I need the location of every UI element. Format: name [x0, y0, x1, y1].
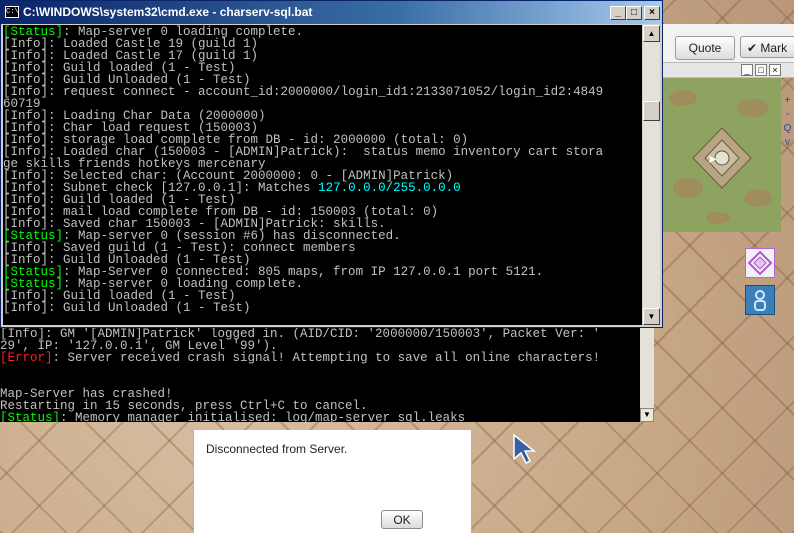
person-icon: [754, 290, 766, 311]
character-window-icon[interactable]: [745, 285, 775, 315]
quote-button[interactable]: Quote: [675, 36, 735, 60]
console-line-segment: [Status]: [0, 411, 61, 422]
console-output: [Status]: Map-server 0 loading complete.…: [3, 25, 642, 325]
map-server-scroll-down-button[interactable]: ▼: [640, 408, 654, 422]
console-line-segment: [Error]: [0, 351, 53, 365]
skill-window-icon[interactable]: [745, 248, 775, 278]
minimap-close-button[interactable]: ×: [769, 64, 781, 76]
console-line-segment: : Server received crash signal! Attempti…: [52, 351, 601, 365]
minimap-terrain: [663, 78, 781, 232]
search-icon[interactable]: Q: [781, 122, 794, 136]
minimize-button[interactable]: _: [610, 6, 626, 20]
console-lines: [Status]: Map-server 0 loading complete.…: [3, 26, 604, 315]
scrollbar-thumb[interactable]: [643, 101, 660, 121]
map-server-console-lines: [Info]: GM '[ADMIN]Patrick' logged in. (…: [0, 328, 600, 422]
window-titlebar[interactable]: C:\ C:\WINDOWS\system32\cmd.exe - charse…: [1, 1, 662, 24]
window-title: C:\WINDOWS\system32\cmd.exe - charserv-s…: [23, 5, 313, 19]
zoom-in-icon[interactable]: +: [781, 94, 794, 108]
maximize-button[interactable]: □: [626, 6, 642, 20]
minimap-maximize-button[interactable]: □: [755, 64, 767, 76]
close-button[interactable]: ×: [644, 6, 660, 20]
console-line-segment: [Info]: [3, 301, 49, 315]
chevron-down-icon[interactable]: v: [781, 136, 794, 150]
scroll-down-button[interactable]: ▼: [643, 308, 660, 325]
player-marker-icon: ➤: [707, 152, 718, 166]
disconnect-dialog: Disconnected from Server. OK: [193, 430, 472, 533]
console-line-segment: : request connect - account_id:2000000/l…: [48, 85, 604, 99]
console-line: [Status]: Memory manager initialised: lo…: [0, 412, 600, 422]
minimap-minimize-button[interactable]: _: [741, 64, 753, 76]
zoom-out-icon[interactable]: -: [781, 108, 794, 122]
minimap[interactable]: ➤: [663, 78, 781, 232]
mark-button[interactable]: ✔ Mark: [740, 36, 794, 58]
console-line-segment: 127.0.0.0/255.0.0.0: [318, 181, 461, 195]
console-line: [Info]: Guild Unloaded (1 - Test): [3, 301, 603, 315]
console-line: [Info]: request connect - account_id:200…: [3, 85, 604, 99]
dialog-message: Disconnected from Server.: [206, 442, 348, 456]
console-line-segment: : Guild Unloaded (1 - Test): [48, 301, 251, 315]
console-line-segment: : Memory manager initialised: log/map-se…: [60, 411, 466, 422]
scroll-up-button[interactable]: ▲: [643, 25, 660, 42]
diamond-icon: [747, 250, 773, 276]
cmd-icon: C:\: [5, 6, 19, 18]
char-server-console-window: C:\ C:\WINDOWS\system32\cmd.exe - charse…: [0, 0, 663, 328]
ok-button[interactable]: OK: [381, 510, 423, 529]
minimap-zoom-controls[interactable]: + - Q v: [781, 94, 794, 154]
checkmark-icon: ✔: [747, 41, 758, 55]
console-scrollbar[interactable]: ▲ ▼: [643, 25, 660, 325]
mark-label: Mark: [760, 41, 788, 55]
mouse-cursor-icon: [513, 433, 536, 465]
console-line: [Error]: Server received crash signal! A…: [0, 351, 601, 365]
